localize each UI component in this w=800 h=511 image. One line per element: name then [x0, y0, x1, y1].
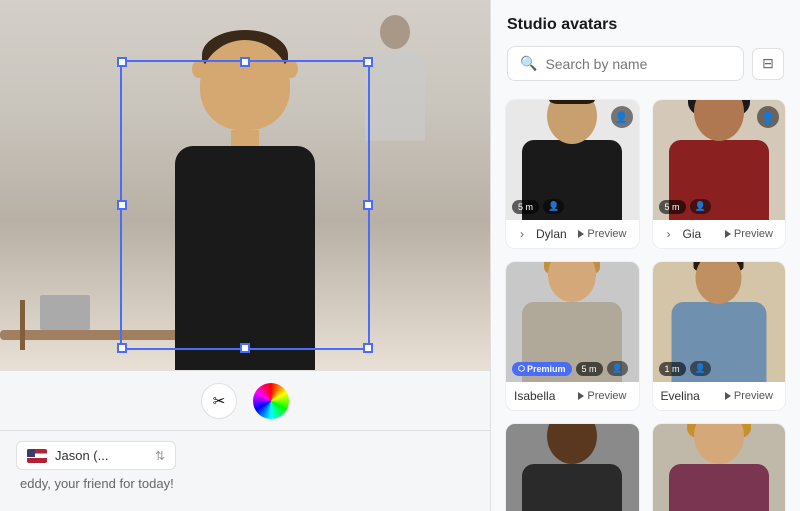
preview-triangle-gia	[725, 230, 731, 238]
avatar-card-6[interactable]: Premium 5 m 👤	[652, 423, 787, 511]
right-panel: Studio avatars 🔍 ⊟ 👤	[490, 0, 800, 511]
cut-tool-button[interactable]: ✂	[201, 383, 237, 419]
preview-button-gia[interactable]: Preview	[721, 226, 777, 242]
voice-chevron-icon: ⇅	[155, 449, 165, 463]
preview-triangle-dylan	[578, 230, 584, 238]
avatar-footer-dylan: › Dylan Preview	[506, 220, 639, 248]
avatar-card-5[interactable]: Premium 5 m	[505, 423, 640, 511]
premium-badge-isabella: Premium	[512, 362, 572, 376]
badges-evelina: 1 m 👤	[659, 361, 711, 376]
time-badge-evelina: 1 m	[659, 362, 686, 376]
avatar-card-gia[interactable]: 👤 5 m 👤 › Gia Preview	[652, 99, 787, 249]
persona-label-gia: 👤	[690, 199, 711, 214]
avatar-grid: 👤 5 m 👤 › Dylan Preview	[491, 93, 800, 511]
avatar-name-evelina: Evelina	[661, 389, 715, 403]
avatar-card-dylan[interactable]: 👤 5 m 👤 › Dylan Preview	[505, 99, 640, 249]
time-badge-dylan: 5 m	[512, 200, 539, 214]
time-badge-gia: 5 m	[659, 200, 686, 214]
preview-label-evelina: Preview	[734, 390, 773, 402]
avatar-name-isabella: Isabella	[514, 389, 568, 403]
avatar-footer-evelina: Evelina Preview	[653, 382, 786, 410]
persona-badge-gia: 👤	[757, 106, 779, 128]
preview-label-dylan: Preview	[587, 228, 626, 240]
persona-label-evelina: 👤	[690, 361, 711, 376]
avatar-image-dylan: 👤 5 m 👤	[506, 100, 639, 220]
time-badge-isabella: 5 m	[576, 362, 603, 376]
avatar-name-dylan: Dylan	[536, 227, 568, 241]
preview-button-dylan[interactable]: Preview	[574, 226, 630, 242]
persona-label-dylan: 👤	[543, 199, 564, 214]
video-area	[0, 0, 490, 370]
panel-title: Studio avatars	[507, 16, 784, 34]
preview-button-isabella[interactable]: Preview	[574, 388, 630, 404]
script-text: eddy, your friend for today!	[16, 476, 474, 491]
preview-button-evelina[interactable]: Preview	[721, 388, 777, 404]
preview-label-isabella: Preview	[587, 390, 626, 402]
main-avatar-person	[145, 30, 345, 370]
avatar-footer-isabella: Isabella Preview	[506, 382, 639, 410]
voice-selector[interactable]: Jason (... ⇅	[16, 441, 176, 470]
avatar-name-gia: Gia	[683, 227, 715, 241]
monitor	[40, 295, 90, 330]
badges-gia: 5 m 👤	[659, 199, 711, 214]
desk-leg	[20, 300, 25, 350]
us-flag-icon	[27, 449, 47, 463]
preview-label-gia: Preview	[734, 228, 773, 240]
badges-isabella: Premium 5 m 👤	[512, 361, 628, 376]
left-panel: ✂ Jason (... ⇅ eddy, your friend for tod…	[0, 0, 490, 511]
expand-icon-gia[interactable]: ›	[661, 226, 677, 242]
filter-icon: ⊟	[762, 55, 774, 72]
expand-icon-dylan[interactable]: ›	[514, 226, 530, 242]
panel-header: Studio avatars 🔍 ⊟	[491, 0, 800, 93]
bg-person	[350, 15, 440, 145]
avatar-image-evelina: 1 m 👤	[653, 262, 786, 382]
bottom-toolbar: ✂	[0, 370, 490, 430]
search-input[interactable]	[545, 56, 731, 72]
cut-icon: ✂	[213, 392, 226, 410]
search-icon: 🔍	[520, 55, 537, 72]
search-bar[interactable]: 🔍	[507, 46, 744, 81]
persona-badge-dylan: 👤	[611, 106, 633, 128]
avatar-image-5: Premium 5 m	[506, 424, 639, 511]
filter-button[interactable]: ⊟	[752, 48, 784, 80]
avatar-footer-gia: › Gia Preview	[653, 220, 786, 248]
preview-triangle-isabella	[578, 392, 584, 400]
avatar-silhouette-5	[522, 424, 622, 511]
avatar-card-isabella[interactable]: Premium 5 m 👤 Isabella Preview	[505, 261, 640, 411]
avatar-card-evelina[interactable]: 1 m 👤 Evelina Preview	[652, 261, 787, 411]
avatar-image-isabella: Premium 5 m 👤	[506, 262, 639, 382]
avatar-silhouette-6	[669, 424, 769, 511]
badges-dylan: 5 m 👤	[512, 199, 564, 214]
search-row: 🔍 ⊟	[507, 46, 784, 81]
avatar-image-6: Premium 5 m 👤	[653, 424, 786, 511]
color-wheel-button[interactable]	[253, 383, 289, 419]
voice-name: Jason (...	[55, 448, 147, 463]
preview-triangle-evelina	[725, 392, 731, 400]
persona-label-isabella: 👤	[607, 361, 628, 376]
avatar-image-gia: 👤 5 m 👤	[653, 100, 786, 220]
script-area: Jason (... ⇅ eddy, your friend for today…	[0, 430, 490, 511]
